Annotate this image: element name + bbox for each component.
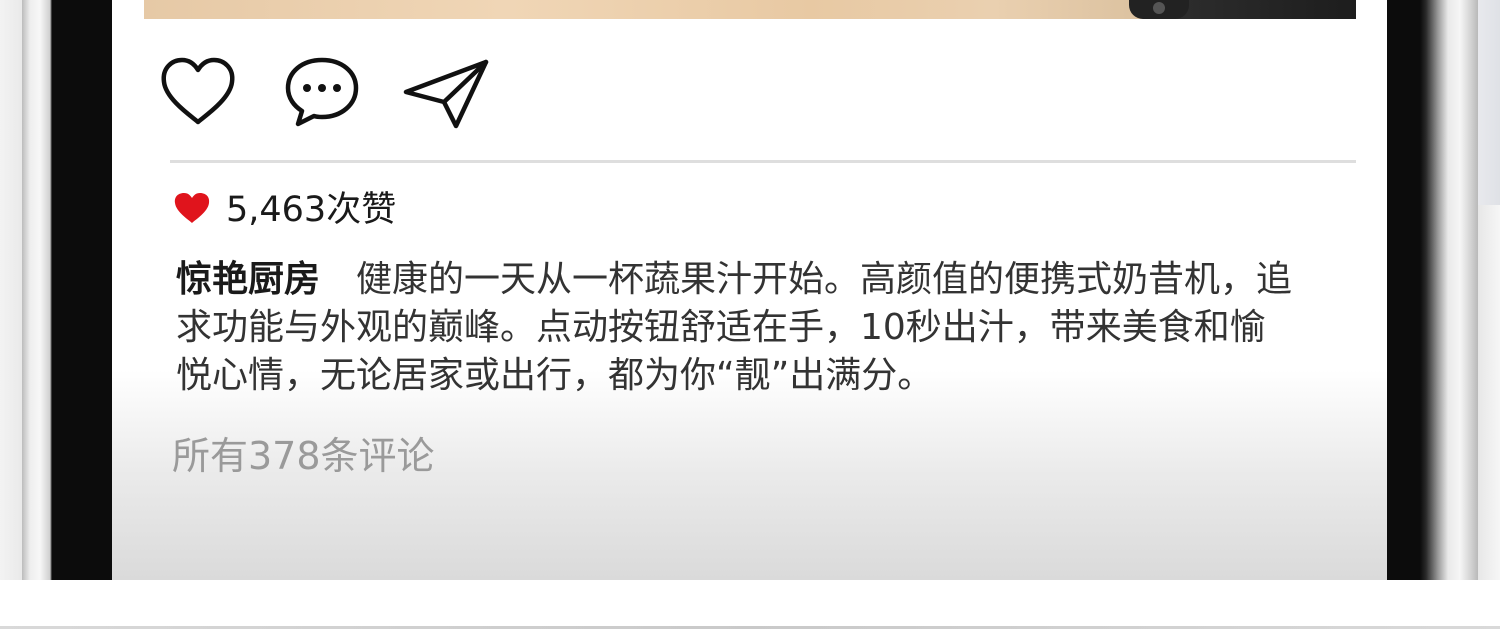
divider <box>170 160 1356 163</box>
like-button[interactable] <box>158 52 248 132</box>
post-action-bar <box>158 52 558 132</box>
share-button[interactable] <box>402 52 492 132</box>
author-name[interactable]: 惊艳厨房 <box>176 259 320 300</box>
post-caption: 惊艳厨房 健康的一天从一杯蔬果汁开始。高颜值的便携式奶昔机，追求功能与外观的巅峰。… <box>176 256 1296 400</box>
caption-text: 健康的一天从一杯蔬果汁开始。高颜值的便携式奶昔机，追求功能与外观的巅峰。点动按钮… <box>176 259 1293 396</box>
speech-bubble-icon <box>282 52 372 132</box>
phone-screen: 5,463次赞 惊艳厨房 健康的一天从一杯蔬果汁开始。高颜值的便携式奶昔机，追求功… <box>112 0 1387 580</box>
likes-count[interactable]: 5,463次赞 <box>174 186 396 234</box>
paper-plane-icon <box>402 52 492 132</box>
blender-knob-image <box>1129 0 1189 19</box>
comment-button[interactable] <box>282 52 372 132</box>
heart-filled-icon <box>174 192 226 228</box>
likes-text: 5,463次赞 <box>226 190 397 230</box>
phone-frame-right-edge <box>1420 0 1478 580</box>
heart-outline-icon <box>158 52 248 132</box>
post-photo[interactable] <box>144 0 1356 19</box>
page-bottom-band <box>0 580 1500 629</box>
view-all-comments-link[interactable]: 所有378条评论 <box>172 430 435 482</box>
